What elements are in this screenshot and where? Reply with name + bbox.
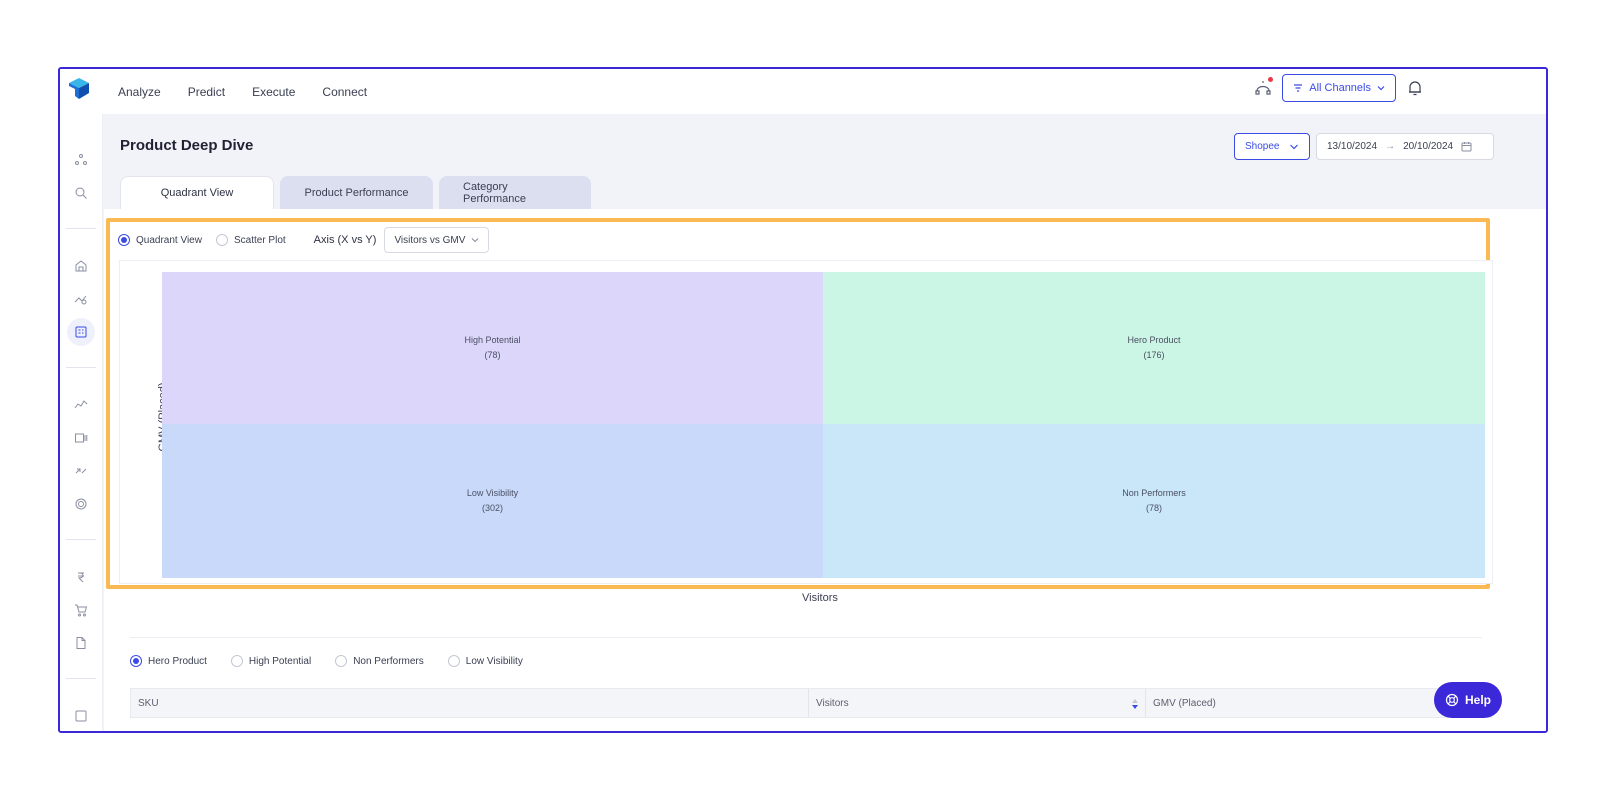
network-icon[interactable] <box>67 146 95 174</box>
column-visitors[interactable]: Visitors <box>809 689 1146 717</box>
product-grid-icon[interactable] <box>67 318 95 346</box>
target-icon[interactable] <box>67 490 95 518</box>
quadrant-hero-product[interactable]: Hero Product (176) <box>823 272 1485 424</box>
help-lifebuoy-icon <box>1445 693 1459 707</box>
radio-quadrant-view[interactable] <box>118 234 130 246</box>
date-to: 20/10/2024 <box>1403 141 1454 152</box>
radio-non-performers[interactable] <box>335 655 348 667</box>
axis-select-value: Visitors vs GMV <box>394 234 466 246</box>
filter-high-potential[interactable]: High Potential <box>230 655 312 667</box>
scatter-plot-option[interactable]: Scatter Plot <box>215 234 286 246</box>
compare-icon[interactable] <box>67 457 95 485</box>
all-channels-label: All Channels <box>1309 82 1371 94</box>
left-sidebar <box>60 114 103 731</box>
settings-doc-icon[interactable] <box>67 702 95 730</box>
tab-category-performance[interactable]: Category Performance <box>439 176 591 209</box>
quadrant-high-potential[interactable]: High Potential (78) <box>162 272 823 424</box>
help-button[interactable]: Help <box>1434 682 1502 718</box>
quadrant-non-performers[interactable]: Non Performers (78) <box>823 424 1485 578</box>
quadrant-chart: GMV (Placed) High Potential (78) Hero Pr… <box>119 260 1493 584</box>
filter-label: High Potential <box>248 655 312 667</box>
sidebar-divider <box>66 228 96 229</box>
filter-low-visibility[interactable]: Low Visibility <box>447 655 523 667</box>
rupee-icon[interactable] <box>67 563 95 591</box>
filter-label: Hero Product <box>148 655 207 667</box>
store-icon[interactable] <box>67 252 95 280</box>
quadrant-view-option[interactable]: Quadrant View <box>118 234 202 246</box>
sidebar-divider <box>66 539 96 540</box>
quadrant-count: (176) <box>1143 350 1165 360</box>
search-insights-icon[interactable] <box>67 179 95 207</box>
marketplace-select[interactable]: Shopee <box>1234 133 1310 160</box>
filter-label: Non Performers <box>353 655 424 667</box>
axis-label: Axis (X vs Y) <box>313 234 377 246</box>
chevron-down-icon <box>1290 144 1298 149</box>
tab-quadrant-view[interactable]: Quadrant View <box>120 176 274 209</box>
date-from: 13/10/2024 <box>1327 141 1378 152</box>
support-agent-icon[interactable] <box>1252 77 1274 99</box>
quadrant-panel: Quadrant View Scatter Plot Axis (X vs Y)… <box>106 218 1493 589</box>
quadrant-name: Non Performers <box>1122 488 1186 498</box>
filter-hero-product[interactable]: Hero Product <box>130 655 207 667</box>
filter-label: Low Visibility <box>465 655 523 667</box>
nav-predict[interactable]: Predict <box>188 85 225 99</box>
quadrant-name: Low Visibility <box>466 488 519 498</box>
line-chart-icon[interactable] <box>67 391 95 419</box>
main-menu: Analyze Predict Execute Connect <box>118 69 367 114</box>
table-header: SKU Visitors GMV (Placed) <box>130 688 1492 718</box>
quadrant-name: High Potential <box>464 335 521 345</box>
tab-product-performance[interactable]: Product Performance <box>280 176 433 209</box>
axis-select[interactable]: Visitors vs GMV <box>384 227 490 253</box>
all-channels-button[interactable]: All Channels <box>1282 74 1396 102</box>
x-axis-label: Visitors <box>802 592 838 604</box>
quadrant-name: Hero Product <box>1127 335 1181 345</box>
date-range-picker[interactable]: 13/10/2024 → 20/10/2024 <box>1316 133 1494 160</box>
quadrant-filter: Hero Product High Potential Non Performe… <box>130 655 529 667</box>
nav-analyze[interactable]: Analyze <box>118 85 161 99</box>
scatter-plot-label: Scatter Plot <box>233 234 286 246</box>
bell-icon[interactable] <box>1404 77 1426 99</box>
document-icon[interactable] <box>67 629 95 657</box>
app-window: Analyze Predict Execute Connect All Chan… <box>58 67 1548 733</box>
sidebar-divider <box>66 367 96 368</box>
quadrant-count: (78) <box>1145 503 1162 513</box>
calendar-icon <box>1461 142 1472 152</box>
nav-connect[interactable]: Connect <box>322 85 367 99</box>
media-icon[interactable] <box>67 424 95 452</box>
quadrant-low-visibility[interactable]: Low Visibility (302) <box>162 424 823 578</box>
quadrant-count: (302) <box>481 503 503 513</box>
section-divider <box>130 637 1482 638</box>
sidebar-divider <box>66 678 96 679</box>
sort-icon[interactable] <box>1131 698 1139 710</box>
quadrant-count: (78) <box>484 350 501 360</box>
chevron-down-icon <box>471 238 479 243</box>
chart-controls: Quadrant View Scatter Plot Axis (X vs Y)… <box>118 226 490 254</box>
trend-search-icon[interactable] <box>67 285 95 313</box>
help-label: Help <box>1464 693 1491 707</box>
column-label: Visitors <box>816 697 849 709</box>
app-logo-icon[interactable] <box>66 75 92 101</box>
chevron-down-icon <box>1377 86 1385 91</box>
radio-hero-product[interactable] <box>130 655 142 667</box>
page-title: Product Deep Dive <box>120 137 254 154</box>
date-arrow: → <box>1385 141 1396 152</box>
filter-icon <box>1294 84 1303 92</box>
notification-dot <box>1268 77 1274 82</box>
nav-execute[interactable]: Execute <box>252 85 295 99</box>
top-nav: Analyze Predict Execute Connect All Chan… <box>60 69 1546 114</box>
view-tabs: Quadrant View Product Performance Catego… <box>120 176 591 209</box>
column-sku[interactable]: SKU <box>131 689 809 717</box>
radio-high-potential[interactable] <box>230 655 243 667</box>
marketplace-value: Shopee <box>1245 141 1280 152</box>
quadrant-view-label: Quadrant View <box>136 234 202 246</box>
filter-non-performers[interactable]: Non Performers <box>335 655 424 667</box>
nav-actions: All Channels <box>1252 74 1426 102</box>
radio-scatter-plot[interactable] <box>215 234 228 246</box>
radio-low-visibility[interactable] <box>447 655 460 667</box>
cart-icon[interactable] <box>67 596 95 624</box>
